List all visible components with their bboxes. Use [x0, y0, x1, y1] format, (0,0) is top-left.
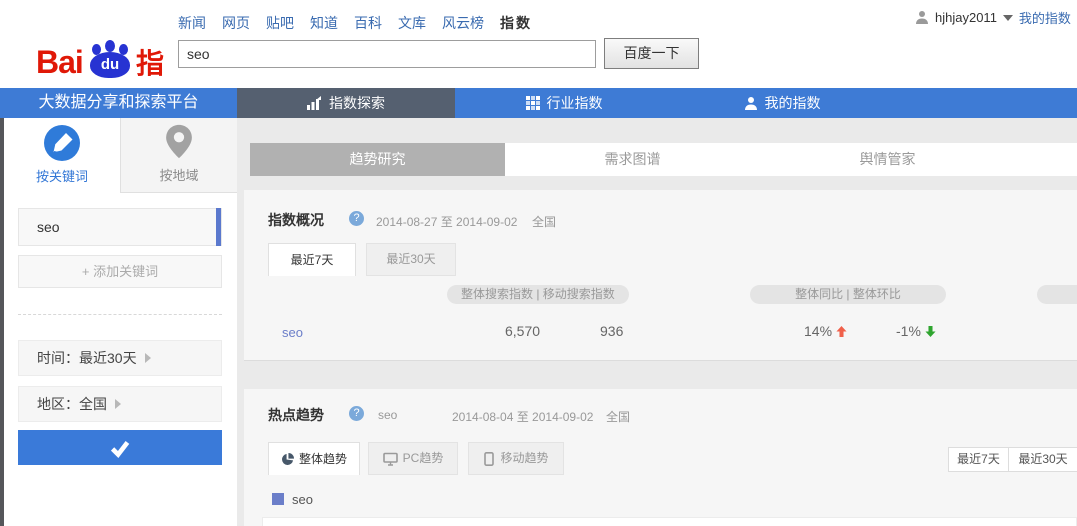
navbar-tab-index-explore[interactable]: 指数探索	[237, 88, 455, 118]
user-dropdown-caret-icon[interactable]	[1003, 15, 1013, 21]
navbar-tab-my-index[interactable]: 我的指数	[673, 88, 891, 118]
add-keyword-button[interactable]: + 添加关键词	[18, 255, 222, 288]
mobile-phone-icon	[483, 452, 495, 466]
baidu-index-logo[interactable]: Bai du 指数	[36, 26, 176, 78]
logo-text-bai: Bai	[36, 44, 83, 81]
top-nav: 新闻 网页 贴吧 知道 百科 文库 风云榜 指数	[178, 13, 532, 33]
sidebar-divider	[18, 314, 222, 315]
nav-link-baike[interactable]: 百科	[354, 13, 382, 33]
tab-sentiment-manager[interactable]: 舆情管家	[760, 143, 1015, 176]
logo-text-du: du	[90, 52, 130, 78]
help-icon[interactable]: ?	[349, 211, 364, 226]
chevron-right-icon	[145, 353, 151, 363]
help-icon[interactable]: ?	[349, 406, 364, 421]
trend-region: 全国	[606, 408, 630, 425]
overall-search-index-value: 6,570	[505, 323, 540, 339]
mom-value: -1%	[896, 323, 936, 339]
keyword-accent-bar	[216, 208, 221, 246]
nav-link-wenku[interactable]: 文库	[398, 13, 426, 33]
trend-keyword: seo	[378, 408, 397, 422]
column-header-partial	[1037, 285, 1077, 304]
navbar-tab-label: 指数探索	[329, 93, 385, 113]
tab-demand-map[interactable]: 需求图谱	[505, 143, 760, 176]
trend-tab-label: 移动趋势	[500, 443, 548, 474]
platform-title: 大数据分享和探索平台	[0, 88, 237, 118]
column-header-compare: 整体同比 | 整体环比	[750, 285, 946, 304]
search-input[interactable]	[178, 40, 596, 68]
navbar-tab-label: 我的指数	[765, 93, 821, 113]
tab-trend-research[interactable]: 趋势研究	[250, 143, 505, 176]
time-filter-label: 时间：最近30天	[37, 350, 137, 366]
user-area: hjhjay2011 我的指数	[915, 8, 1071, 27]
trend-chart-area	[262, 517, 1077, 526]
overview-region: 全国	[532, 213, 556, 230]
mobile-search-index-value: 936	[600, 323, 623, 339]
legend-color-swatch	[272, 493, 284, 505]
nav-link-web[interactable]: 网页	[222, 13, 250, 33]
trend-tab-overall[interactable]: 整体趋势	[268, 442, 360, 475]
hot-trend-card: 热点趋势 ? seo 2014-08-04 至 2014-09-02 全国 整体…	[244, 389, 1077, 526]
region-filter-label: 地区：全国	[37, 396, 107, 412]
yoy-value: 14%	[804, 323, 847, 339]
overview-title: 指数概况	[268, 210, 324, 230]
overview-tab-last7days[interactable]: 最近7天	[268, 243, 356, 276]
overview-date-range: 2014-08-27 至 2014-09-02	[376, 213, 517, 230]
user-icon	[915, 10, 929, 25]
nav-link-tieba[interactable]: 贴吧	[266, 13, 294, 33]
keyword-box	[18, 208, 222, 246]
monitor-icon	[383, 452, 398, 466]
checkmark-icon	[107, 435, 133, 461]
down-arrow-icon	[925, 326, 936, 337]
up-arrow-icon	[836, 326, 847, 337]
trend-period-30days-button[interactable]: 最近30天	[1008, 447, 1077, 472]
username[interactable]: hjhjay2011	[935, 10, 997, 25]
baidu-paw-icon: du	[88, 40, 132, 78]
person-icon	[744, 96, 758, 111]
trend-tab-mobile[interactable]: 移动趋势	[468, 442, 564, 475]
time-filter-button[interactable]: 时间：最近30天	[18, 340, 222, 376]
keyword-input[interactable]	[37, 209, 197, 245]
navbar-tab-industry-index[interactable]: 行业指数	[455, 88, 673, 118]
trend-tab-label: PC趋势	[403, 443, 444, 474]
baidu-index-page: Bai du 指数 新闻 网页 贴吧 知道 百科 文库 风云榜 指数 百度一下 …	[0, 0, 1077, 526]
sidebar-tab-by-keyword[interactable]: 按关键词	[4, 118, 120, 193]
trend-tab-label: 整体趋势	[299, 444, 347, 475]
platform-navbar: 大数据分享和探索平台 指数探索 行业指数 我的指数	[0, 88, 1077, 118]
nav-link-news[interactable]: 新闻	[178, 13, 206, 33]
keyword-pencil-icon	[43, 124, 81, 167]
sidebar: 按关键词 按地域 + 添加关键词 时间：最近30天 地区：全国	[4, 118, 237, 526]
trend-title: 热点趋势	[268, 405, 324, 425]
grid-icon	[526, 96, 540, 110]
my-index-link[interactable]: 我的指数	[1019, 8, 1071, 27]
pie-chart-icon	[281, 453, 294, 466]
bar-chart-icon	[307, 96, 322, 110]
trend-period-7days-button[interactable]: 最近7天	[948, 447, 1009, 472]
nav-current-zhishu: 指数	[500, 13, 532, 33]
trend-tab-pc[interactable]: PC趋势	[368, 442, 458, 475]
overview-tab-last30days[interactable]: 最近30天	[366, 243, 456, 276]
location-pin-icon	[164, 124, 194, 165]
navbar-tab-label: 行业指数	[547, 93, 603, 113]
top-header: Bai du 指数 新闻 网页 贴吧 知道 百科 文库 风云榜 指数 百度一下 …	[0, 0, 1077, 88]
nav-link-fengyunbang[interactable]: 风云榜	[442, 13, 484, 33]
confirm-button[interactable]	[18, 430, 222, 465]
trend-date-range: 2014-08-04 至 2014-09-02	[452, 408, 593, 425]
region-filter-button[interactable]: 地区：全国	[18, 386, 222, 422]
chevron-right-icon	[115, 399, 121, 409]
main-tabs: 趋势研究 需求图谱 舆情管家	[250, 143, 1077, 176]
column-header-search-index: 整体搜索指数 | 移动搜索指数	[447, 285, 629, 304]
nav-link-zhidao[interactable]: 知道	[310, 13, 338, 33]
sidebar-tab-label: 按地域	[121, 165, 237, 184]
row-keyword-link[interactable]: seo	[282, 325, 303, 340]
sidebar-tab-label: 按关键词	[4, 166, 120, 185]
legend-label: seo	[292, 492, 313, 507]
index-overview-card: 指数概况 ? 2014-08-27 至 2014-09-02 全国 最近7天 最…	[244, 190, 1077, 361]
sidebar-tab-by-region[interactable]: 按地域	[120, 118, 237, 193]
baidu-search-button[interactable]: 百度一下	[604, 38, 699, 69]
